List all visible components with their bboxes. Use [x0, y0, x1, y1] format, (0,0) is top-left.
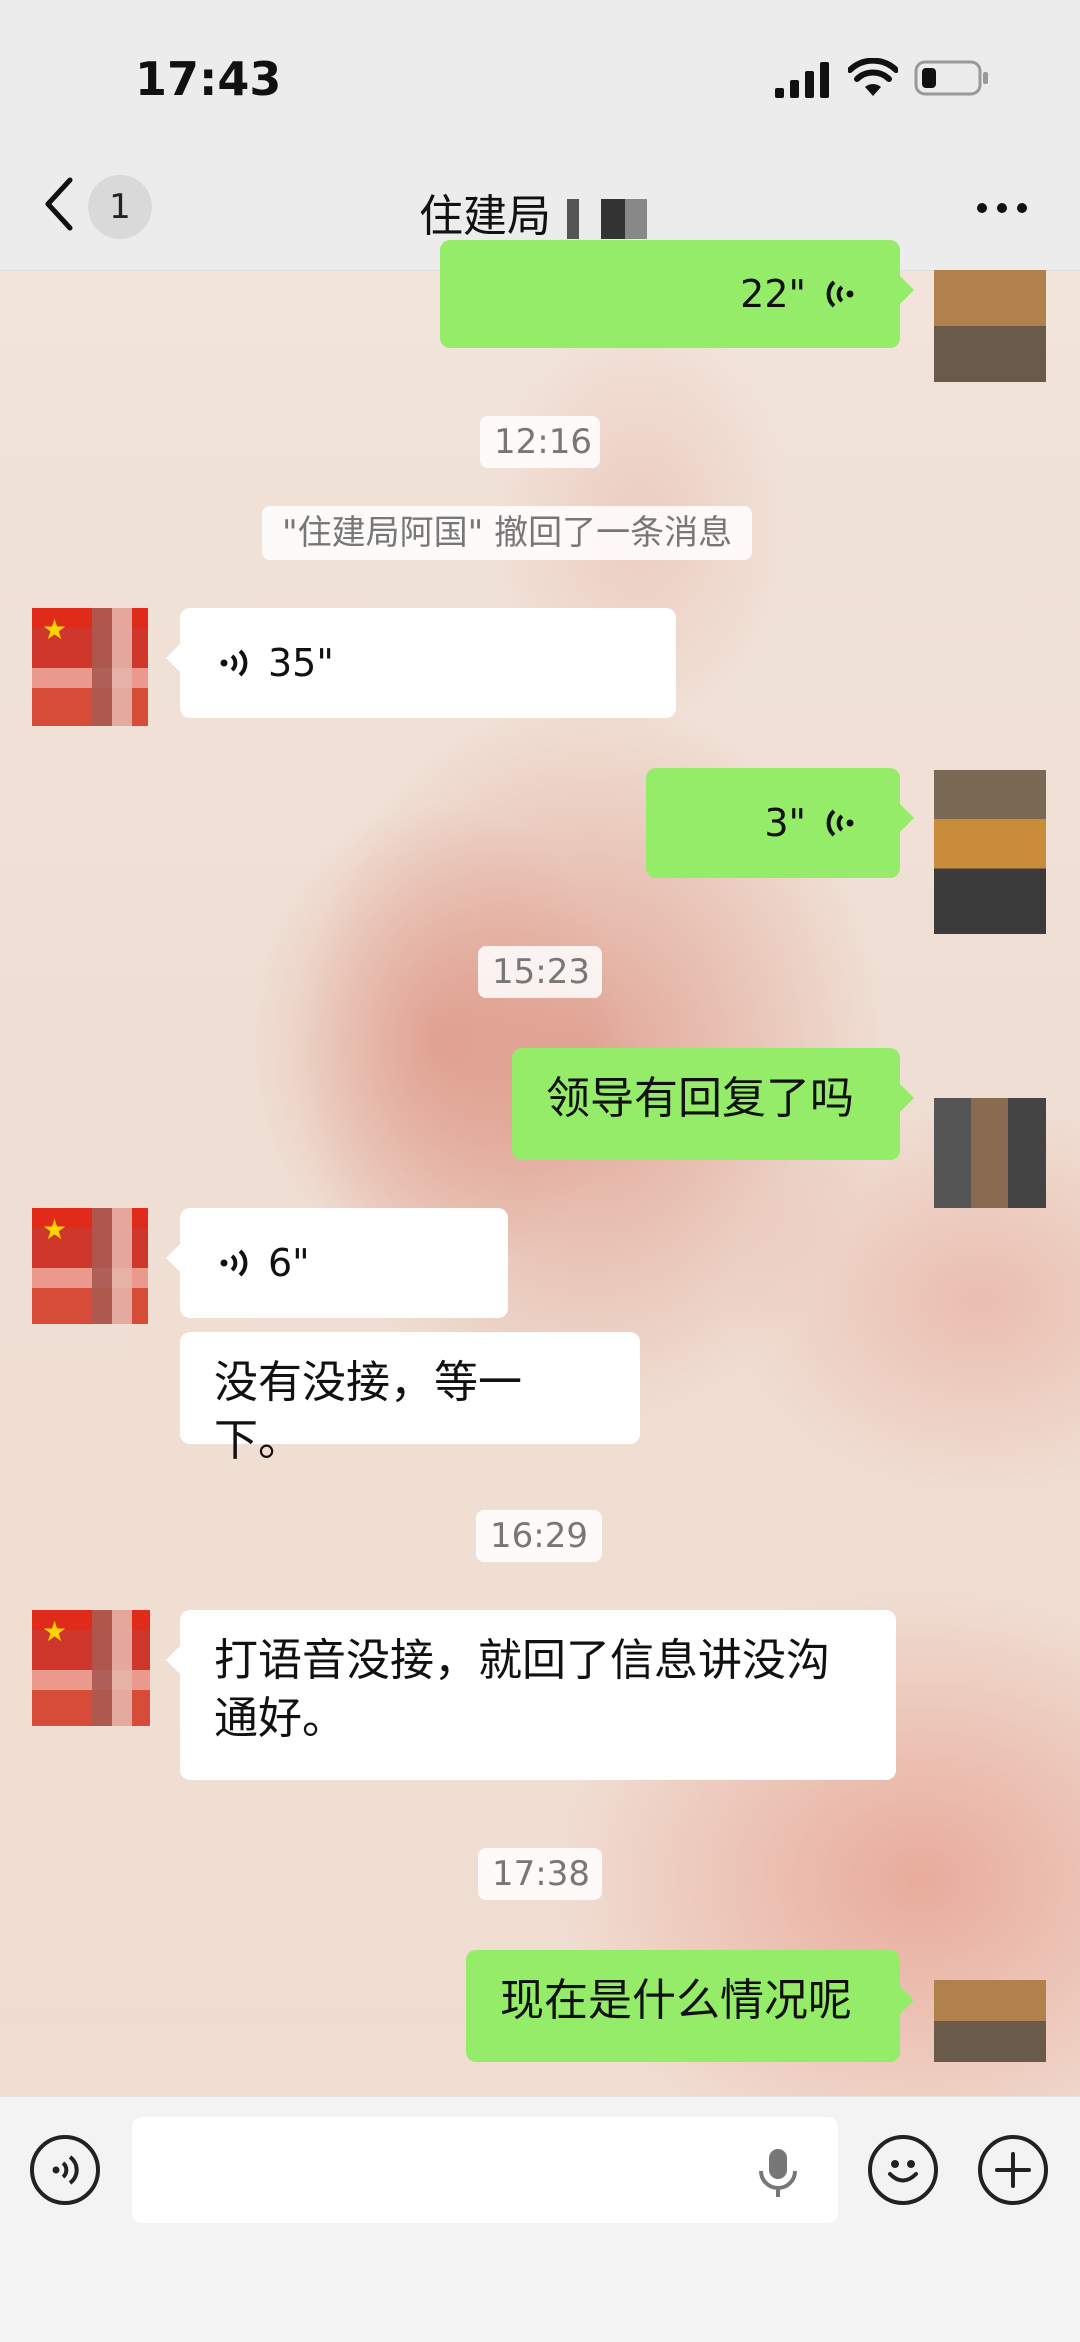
incoming-text-message[interactable]: 没有没接，等一下。 — [180, 1332, 640, 1466]
voice-duration: 22" — [740, 272, 806, 316]
voice-icon — [52, 2155, 79, 2185]
unread-count-badge[interactable]: 1 — [88, 175, 152, 239]
message-text: 领导有回复了吗 — [546, 1073, 854, 1124]
message-input[interactable] — [132, 2117, 838, 2223]
recall-notice: "住建局阿国" 撤回了一条消息 — [262, 506, 753, 560]
wifi-icon — [848, 58, 898, 96]
back-button[interactable] — [40, 176, 76, 232]
outgoing-voice-message[interactable]: 3" — [646, 768, 914, 878]
voice-duration: 35" — [268, 641, 334, 685]
my-avatar[interactable] — [934, 270, 1046, 382]
outgoing-text-message[interactable]: 领导有回复了吗 — [512, 1048, 914, 1160]
emoji-icon — [888, 2160, 918, 2183]
contact-avatar[interactable]: ★ — [32, 1208, 148, 1324]
voice-input-toggle-button[interactable] — [30, 2135, 100, 2205]
voice-wave-icon — [826, 809, 854, 837]
title-redaction-mosaic — [551, 199, 661, 239]
cellular-signal-icon — [775, 62, 829, 98]
chat-title-text: 住建局 — [419, 191, 551, 242]
plus-icon — [995, 2152, 1031, 2188]
star-icon: ★ — [42, 613, 68, 646]
outgoing-voice-message[interactable]: 22" — [440, 240, 914, 348]
my-avatar[interactable] — [934, 770, 1046, 934]
emoji-button[interactable] — [868, 2135, 938, 2205]
message-text: 现在是什么情况呢 — [500, 1975, 852, 2026]
message-timestamp: 17:38 — [478, 1848, 602, 1900]
outgoing-text-message[interactable]: 现在是什么情况呢 — [466, 1950, 914, 2062]
more-horizontal-icon — [977, 203, 1027, 213]
voice-wave-icon — [220, 649, 248, 677]
voice-wave-icon — [220, 1249, 248, 1277]
message-timestamp: 15:23 — [478, 946, 602, 998]
star-icon: ★ — [42, 1615, 68, 1648]
message-text-line: 打语音没接，就回了信息讲没沟 — [214, 1635, 830, 1686]
my-avatar[interactable] — [934, 1098, 1046, 1208]
star-icon: ★ — [42, 1213, 68, 1246]
battery-icon — [914, 60, 988, 96]
contact-avatar[interactable]: ★ — [32, 608, 148, 726]
message-text-line: 通好。 — [214, 1693, 346, 1744]
voice-duration: 3" — [764, 801, 806, 845]
my-avatar[interactable] — [934, 1980, 1046, 2062]
incoming-text-message[interactable]: 打语音没接，就回了信息讲没沟 通好。 — [166, 1610, 896, 1780]
mic-icon[interactable] — [756, 2147, 800, 2199]
status-bar: 17:43 — [0, 0, 1080, 150]
voice-wave-icon — [826, 280, 854, 308]
message-timestamp: 16:29 — [476, 1510, 602, 1562]
chat-title: 住建局 — [340, 180, 740, 244]
input-bar — [0, 2096, 1080, 2342]
message-timestamp: 12:16 — [480, 416, 600, 468]
incoming-voice-message[interactable]: 35" — [166, 608, 676, 718]
contact-avatar[interactable]: ★ — [32, 1610, 150, 1726]
incoming-voice-message[interactable]: 6" — [166, 1208, 508, 1318]
voice-duration: 6" — [268, 1241, 310, 1285]
status-time: 17:43 — [135, 52, 282, 106]
more-options-button[interactable] — [976, 188, 1028, 228]
more-functions-button[interactable] — [978, 2135, 1048, 2205]
